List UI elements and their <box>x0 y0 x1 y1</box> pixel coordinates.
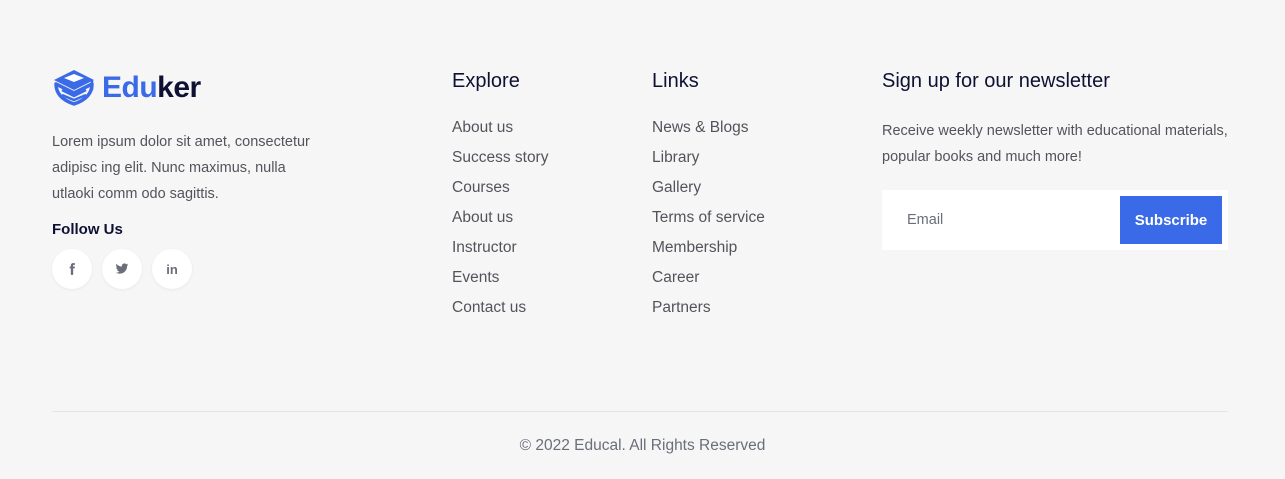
footer-divider <box>52 411 1228 412</box>
explore-link-about-us-2[interactable]: About us <box>452 208 548 238</box>
copyright-text: © 2022 Educal. All Rights Reserved <box>519 437 766 454</box>
explore-link-courses[interactable]: Courses <box>452 178 548 208</box>
links-link-career[interactable]: Career <box>652 268 765 298</box>
follow-us-title: Follow Us <box>52 221 123 238</box>
links-title: Links <box>652 70 699 92</box>
links-link-membership[interactable]: Membership <box>652 238 765 268</box>
explore-link-about-us[interactable]: About us <box>452 118 548 148</box>
brand-name: Eduker <box>102 71 201 105</box>
brand-name-accent: Edu <box>102 71 158 104</box>
explore-link-contact-us[interactable]: Contact us <box>452 298 548 328</box>
newsletter-title: Sign up for our newsletter <box>882 70 1110 92</box>
linkedin-icon: in <box>166 261 178 277</box>
links-link-library[interactable]: Library <box>652 148 765 178</box>
explore-link-events[interactable]: Events <box>452 268 548 298</box>
about-text: Lorem ipsum dolor sit amet, consectetur … <box>52 134 310 202</box>
twitter-icon <box>115 263 129 274</box>
subscribe-button[interactable]: Subscribe <box>1120 196 1222 244</box>
links-link-partners[interactable]: Partners <box>652 298 765 328</box>
graduation-cap-book-icon <box>54 70 94 106</box>
email-input[interactable] <box>882 190 1120 250</box>
newsletter-description: Receive weekly newsletter with education… <box>882 123 1228 165</box>
newsletter-form: Subscribe <box>882 190 1228 250</box>
brand-name-dark: ker <box>157 71 201 104</box>
facebook-button[interactable] <box>52 249 92 289</box>
links-list: News & Blogs Library Gallery Terms of se… <box>652 118 765 328</box>
social-links: in <box>52 249 192 289</box>
explore-list: About us Success story Courses About us … <box>452 118 548 328</box>
links-link-gallery[interactable]: Gallery <box>652 178 765 208</box>
links-link-terms[interactable]: Terms of service <box>652 208 765 238</box>
brand-logo[interactable]: Eduker <box>52 68 201 108</box>
links-link-news-blogs[interactable]: News & Blogs <box>652 118 765 148</box>
facebook-icon <box>69 263 75 275</box>
explore-link-success-story[interactable]: Success story <box>452 148 548 178</box>
twitter-button[interactable] <box>102 249 142 289</box>
explore-link-instructor[interactable]: Instructor <box>452 238 548 268</box>
linkedin-button[interactable]: in <box>152 249 192 289</box>
explore-title: Explore <box>452 70 520 92</box>
